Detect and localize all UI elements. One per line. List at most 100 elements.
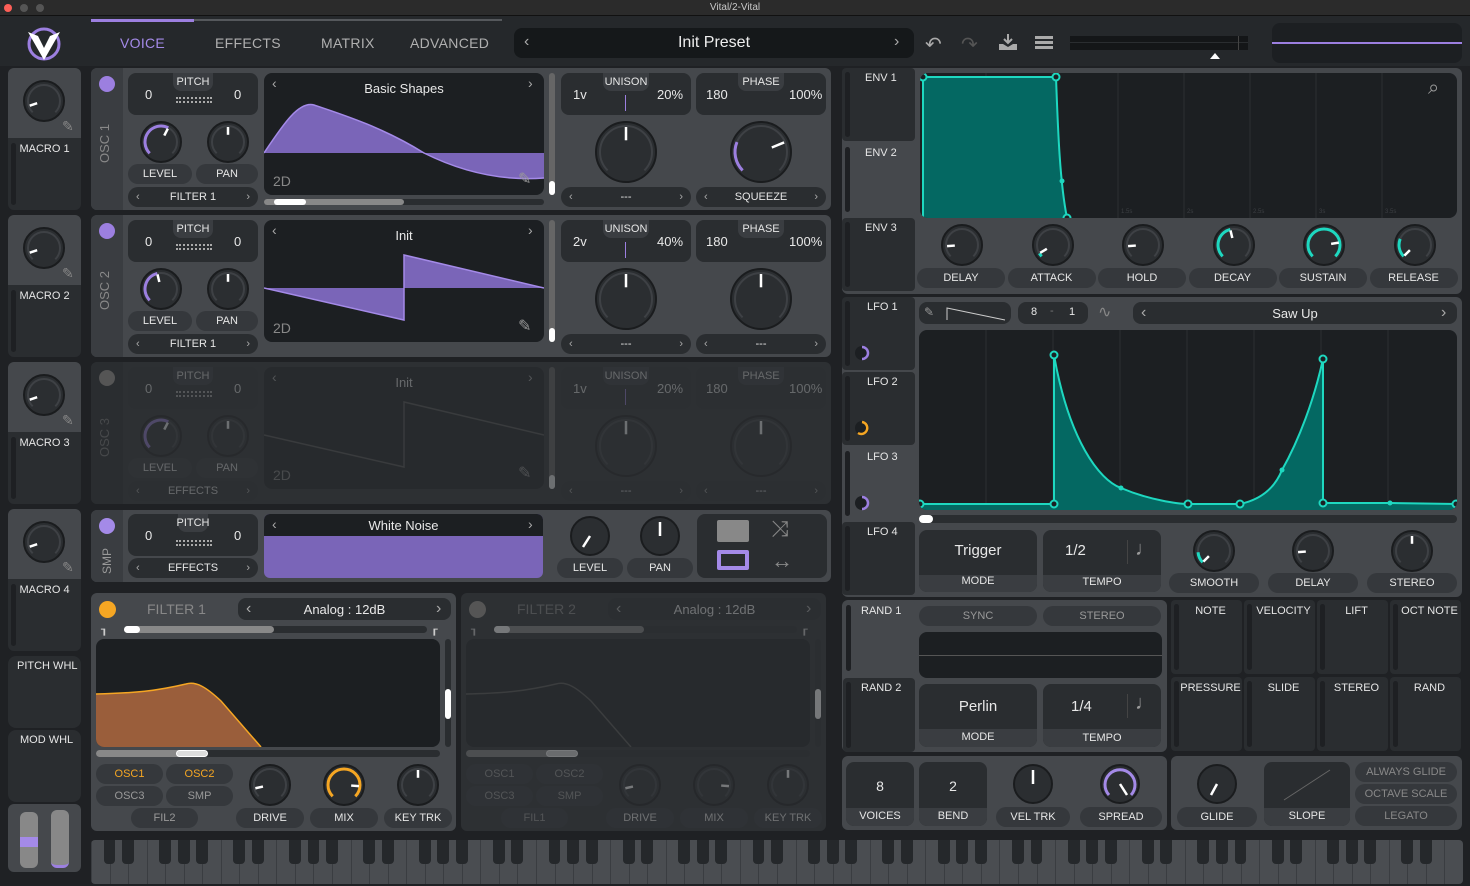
phase-randomness[interactable]: 100% — [789, 234, 822, 249]
voices-value[interactable]: 8 — [846, 778, 914, 794]
osc-destination[interactable]: ‹ FILTER 1 › — [128, 334, 258, 354]
pitch-octave[interactable]: 0 — [145, 87, 152, 102]
lfo-paint-pattern[interactable]: ✎ — [919, 302, 1011, 324]
black-key[interactable] — [1012, 840, 1024, 864]
white-key[interactable] — [1259, 840, 1261, 884]
white-key[interactable] — [146, 840, 148, 884]
white-key[interactable] — [999, 840, 1001, 884]
tab-effects[interactable]: EFFECTS — [215, 35, 281, 51]
preset-next-icon[interactable]: › — [894, 33, 899, 51]
black-key[interactable] — [363, 840, 376, 864]
osc-pitch-control[interactable]: 0 PITCH 0 — [128, 220, 258, 262]
redo-icon[interactable]: ↷ — [961, 32, 978, 57]
wavetable-next-icon[interactable]: › — [528, 222, 533, 238]
black-key[interactable] — [882, 840, 895, 864]
osc-1-distortion-knob[interactable] — [730, 121, 792, 183]
always-glide-toggle[interactable]: ALWAYS GLIDE — [1355, 762, 1457, 782]
random-mode-value[interactable]: Perlin — [919, 698, 1037, 715]
black-key[interactable] — [177, 840, 190, 864]
preset-name[interactable]: Init Preset — [514, 34, 914, 52]
lfo-grid-x[interactable]: 8 — [1031, 306, 1037, 318]
black-key[interactable] — [1197, 840, 1210, 864]
white-key[interactable] — [1184, 840, 1186, 884]
lfo-tempo-value[interactable]: 1/2 — [1065, 542, 1086, 559]
white-key[interactable] — [610, 840, 612, 884]
black-key[interactable] — [900, 840, 913, 864]
osc-1-spectral-knob[interactable] — [595, 121, 657, 183]
lfo-mode-selector[interactable]: Trigger MODE — [919, 530, 1037, 592]
env-tab-3[interactable]: ENV 3 — [842, 218, 915, 291]
filter-1-key-trk-knob[interactable] — [397, 764, 439, 806]
filter-source-smp[interactable]: SMP — [166, 786, 233, 806]
lfo-tab-3[interactable]: LFO 3 — [842, 447, 915, 520]
pitch-semitone[interactable]: 0 — [234, 234, 241, 249]
black-key[interactable] — [326, 840, 338, 864]
pitch-semitone[interactable]: 0 — [234, 87, 241, 102]
smooth-curve-icon[interactable]: ∿ — [1098, 302, 1111, 322]
white-key[interactable] — [739, 840, 741, 884]
black-key[interactable] — [567, 840, 579, 864]
black-key[interactable] — [1216, 840, 1228, 864]
white-key[interactable] — [1444, 840, 1446, 884]
save-icon[interactable] — [997, 34, 1019, 52]
macro-3-knob[interactable] — [23, 374, 65, 416]
unison-control[interactable]: 2v UNISON 40% — [561, 220, 691, 262]
pitch-bend-range[interactable]: 2 BEND — [919, 762, 987, 826]
filter-1-drive-knob[interactable] — [249, 764, 291, 806]
mod-wheel[interactable] — [51, 810, 69, 868]
zoom-magnifier-icon[interactable]: ⌕ — [1428, 77, 1439, 100]
random-stereo-toggle[interactable]: STEREO — [1043, 606, 1161, 626]
macro-1-knob[interactable] — [23, 80, 65, 122]
env-tab-2[interactable]: ENV 2 — [842, 143, 915, 216]
osc-destination[interactable]: ‹ FILTER 1 › — [128, 187, 258, 207]
lfo-mode-value[interactable]: Trigger — [919, 542, 1037, 559]
white-key[interactable] — [480, 840, 482, 884]
random-tab-1[interactable]: RAND 1 — [843, 601, 915, 675]
mod-source-rand[interactable]: RAND — [1390, 677, 1461, 751]
random-tempo-selector[interactable]: 1/4 ♩ TEMPO — [1043, 684, 1161, 747]
spectral-morph-selector[interactable]: ‹ --- › — [561, 334, 691, 354]
lfo-smooth-knob[interactable] — [1193, 530, 1235, 572]
phase-control[interactable]: 180 PHASE 100% — [696, 367, 826, 409]
osc-2-pan-knob[interactable] — [207, 268, 249, 310]
osc-1-level-knob[interactable] — [140, 121, 182, 163]
osc-pitch-control[interactable]: 0 PITCH 0 — [128, 367, 258, 409]
black-key[interactable] — [1104, 840, 1117, 864]
env-tab-1[interactable]: ENV 1 — [842, 68, 915, 141]
filter-cutoff-slider[interactable] — [466, 750, 810, 757]
lfo-phase-slider[interactable] — [919, 515, 1457, 523]
white-key[interactable] — [406, 840, 408, 884]
lfo-graph[interactable] — [919, 330, 1457, 510]
envelope-graph[interactable]: 500ms1s1.5s2s2.5s3s3.5s ⌕ — [920, 73, 1457, 218]
wavetable-name[interactable]: Basic Shapes — [264, 81, 544, 96]
filter-1-mix-knob[interactable] — [323, 764, 365, 806]
filter-cutoff-slider[interactable] — [96, 750, 440, 757]
black-key[interactable] — [103, 840, 116, 864]
black-key[interactable] — [548, 840, 561, 864]
osc-pitch-control[interactable]: 0 PITCH 0 — [128, 73, 258, 115]
osc-2-level-knob[interactable] — [140, 268, 182, 310]
white-key[interactable] — [350, 840, 352, 884]
black-key[interactable] — [1141, 840, 1154, 864]
wavetable-next-icon[interactable]: › — [528, 75, 533, 91]
mod-source-stereo[interactable]: STEREO — [1317, 677, 1388, 751]
filter-2-mix-knob[interactable] — [693, 764, 735, 806]
filter-blend-slider[interactable] — [124, 626, 427, 633]
osc-3-pan-knob[interactable] — [207, 415, 249, 457]
black-key[interactable] — [492, 840, 505, 864]
tab-voice[interactable]: VOICE — [120, 35, 165, 51]
black-key[interactable] — [196, 840, 209, 864]
distortion-selector[interactable]: ‹ --- › — [696, 334, 826, 354]
lfo-stereo-knob[interactable] — [1391, 530, 1433, 572]
osc-scroll-bar[interactable] — [549, 220, 555, 342]
spectral-morph-selector[interactable]: ‹ --- › — [561, 187, 691, 207]
env-release-knob[interactable] — [1393, 224, 1436, 266]
filter-source-osc3[interactable]: OSC3 — [466, 786, 533, 806]
env-hold-knob[interactable] — [1122, 224, 1164, 266]
filter-2-drive-knob[interactable] — [619, 764, 661, 806]
lfo-tab-4[interactable]: LFO 4 — [842, 522, 915, 595]
edit-pencil-icon[interactable]: ✎ — [62, 559, 74, 576]
env-sustain-knob[interactable] — [1303, 224, 1345, 266]
black-key[interactable] — [307, 840, 320, 864]
black-key[interactable] — [1401, 840, 1414, 864]
